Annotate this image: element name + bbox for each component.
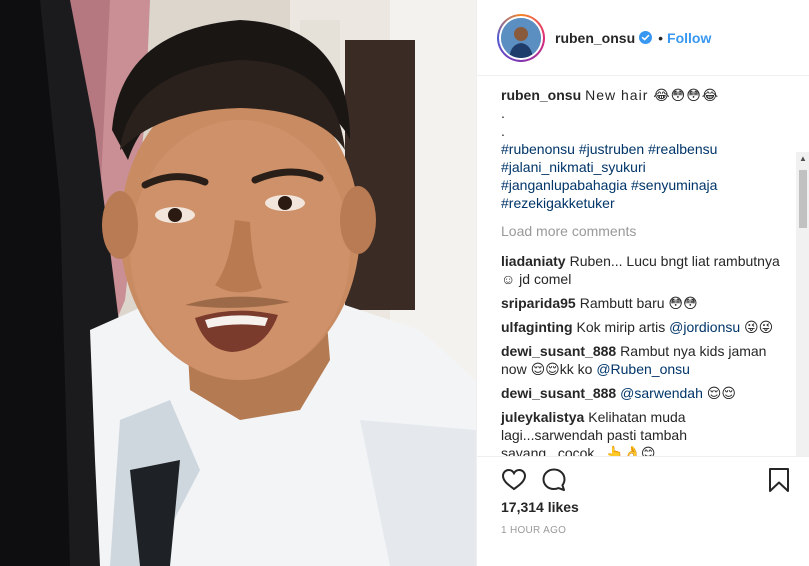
post-timestamp[interactable]: 1 HOUR AGO (501, 525, 566, 536)
caption-dot: . (501, 105, 505, 121)
post-actions: 17,314 likes 1 HOUR AGO (477, 456, 809, 566)
comment-item: liadaniaty Ruben... Lucu bngt liat rambut… (501, 252, 786, 288)
load-more-comments-button[interactable]: Load more comments (501, 222, 786, 240)
follow-button[interactable]: Follow (667, 30, 711, 46)
comment-mention[interactable]: @sarwendah (620, 385, 703, 401)
comment-item: juleykalistya Kelihatan muda lagi...sarwe… (501, 408, 786, 456)
verified-badge-icon (639, 31, 653, 44)
comment-suffix: 😜😜 (740, 319, 774, 335)
hashtag-line[interactable]: #rezekigakketuker (501, 194, 786, 212)
comment-item: dewi_susant_888 @sarwendah 😌😌 (501, 384, 786, 402)
comment-username[interactable]: dewi_susant_888 (501, 385, 616, 401)
comment-item: ulfaginting Kok mirip artis @jordionsu 😜😜 (501, 318, 786, 336)
comments-scrollbar[interactable]: ▲ ▼ (796, 152, 809, 456)
post-photo[interactable] (0, 0, 476, 566)
hashtag-line[interactable]: #jalani_nikmati_syukuri (501, 158, 786, 176)
avatar[interactable] (501, 17, 541, 58)
comment-username[interactable]: dewi_susant_888 (501, 343, 616, 359)
avatar-border (499, 15, 543, 60)
action-buttons-row (501, 467, 791, 493)
header-separator: • (658, 29, 664, 46)
caption-text: New hair 😂😳😳😂 (585, 87, 720, 103)
story-ring[interactable] (497, 13, 545, 62)
scroll-up-arrow-icon[interactable]: ▲ (796, 152, 809, 166)
comment-item: dewi_susant_888 Rambut nya kids jaman now… (501, 342, 786, 378)
comments-list[interactable]: ruben_onsu New hair 😂😳😳😂 . . #rubenonsu #… (477, 76, 809, 456)
comment-mention[interactable]: @jordionsu (669, 319, 740, 335)
comment-username[interactable]: juleykalistya (501, 409, 584, 425)
comment-username[interactable]: sriparida95 (501, 295, 576, 311)
comment-username[interactable]: ulfaginting (501, 319, 573, 335)
comment-item: sriparida95 Rambutt baru 😳😳 (501, 294, 786, 312)
likes-count[interactable]: 17,314 likes (501, 499, 579, 515)
post-header: ruben_onsu • Follow (477, 0, 809, 76)
comment-username[interactable]: liadaniaty (501, 253, 566, 269)
caption-dot: . (501, 123, 505, 139)
comment-suffix: 😌😌 (702, 385, 736, 401)
speech-bubble-icon[interactable] (541, 467, 567, 493)
post-side-panel: ruben_onsu • Follow ruben_onsu New hair 😂… (476, 0, 809, 566)
hashtag-line[interactable]: #rubenonsu #justruben #realbensu (501, 140, 786, 158)
heart-outline-icon[interactable] (501, 467, 527, 493)
comment-text: Kok mirip artis (576, 319, 670, 335)
comment-text: Rambutt baru 😳😳 (579, 295, 698, 311)
avatar-image (501, 17, 541, 58)
hashtag-line[interactable]: #janganlupabahagia #senyuminaja (501, 176, 786, 194)
caption-username[interactable]: ruben_onsu (501, 87, 581, 103)
scrollbar-thumb[interactable] (799, 170, 807, 228)
caption: ruben_onsu New hair 😂😳😳😂 (501, 86, 786, 104)
bookmark-icon[interactable] (766, 467, 792, 493)
comment-mention[interactable]: @Ruben_onsu (596, 361, 690, 377)
selfie-image (0, 0, 476, 566)
author-username[interactable]: ruben_onsu (555, 30, 635, 46)
